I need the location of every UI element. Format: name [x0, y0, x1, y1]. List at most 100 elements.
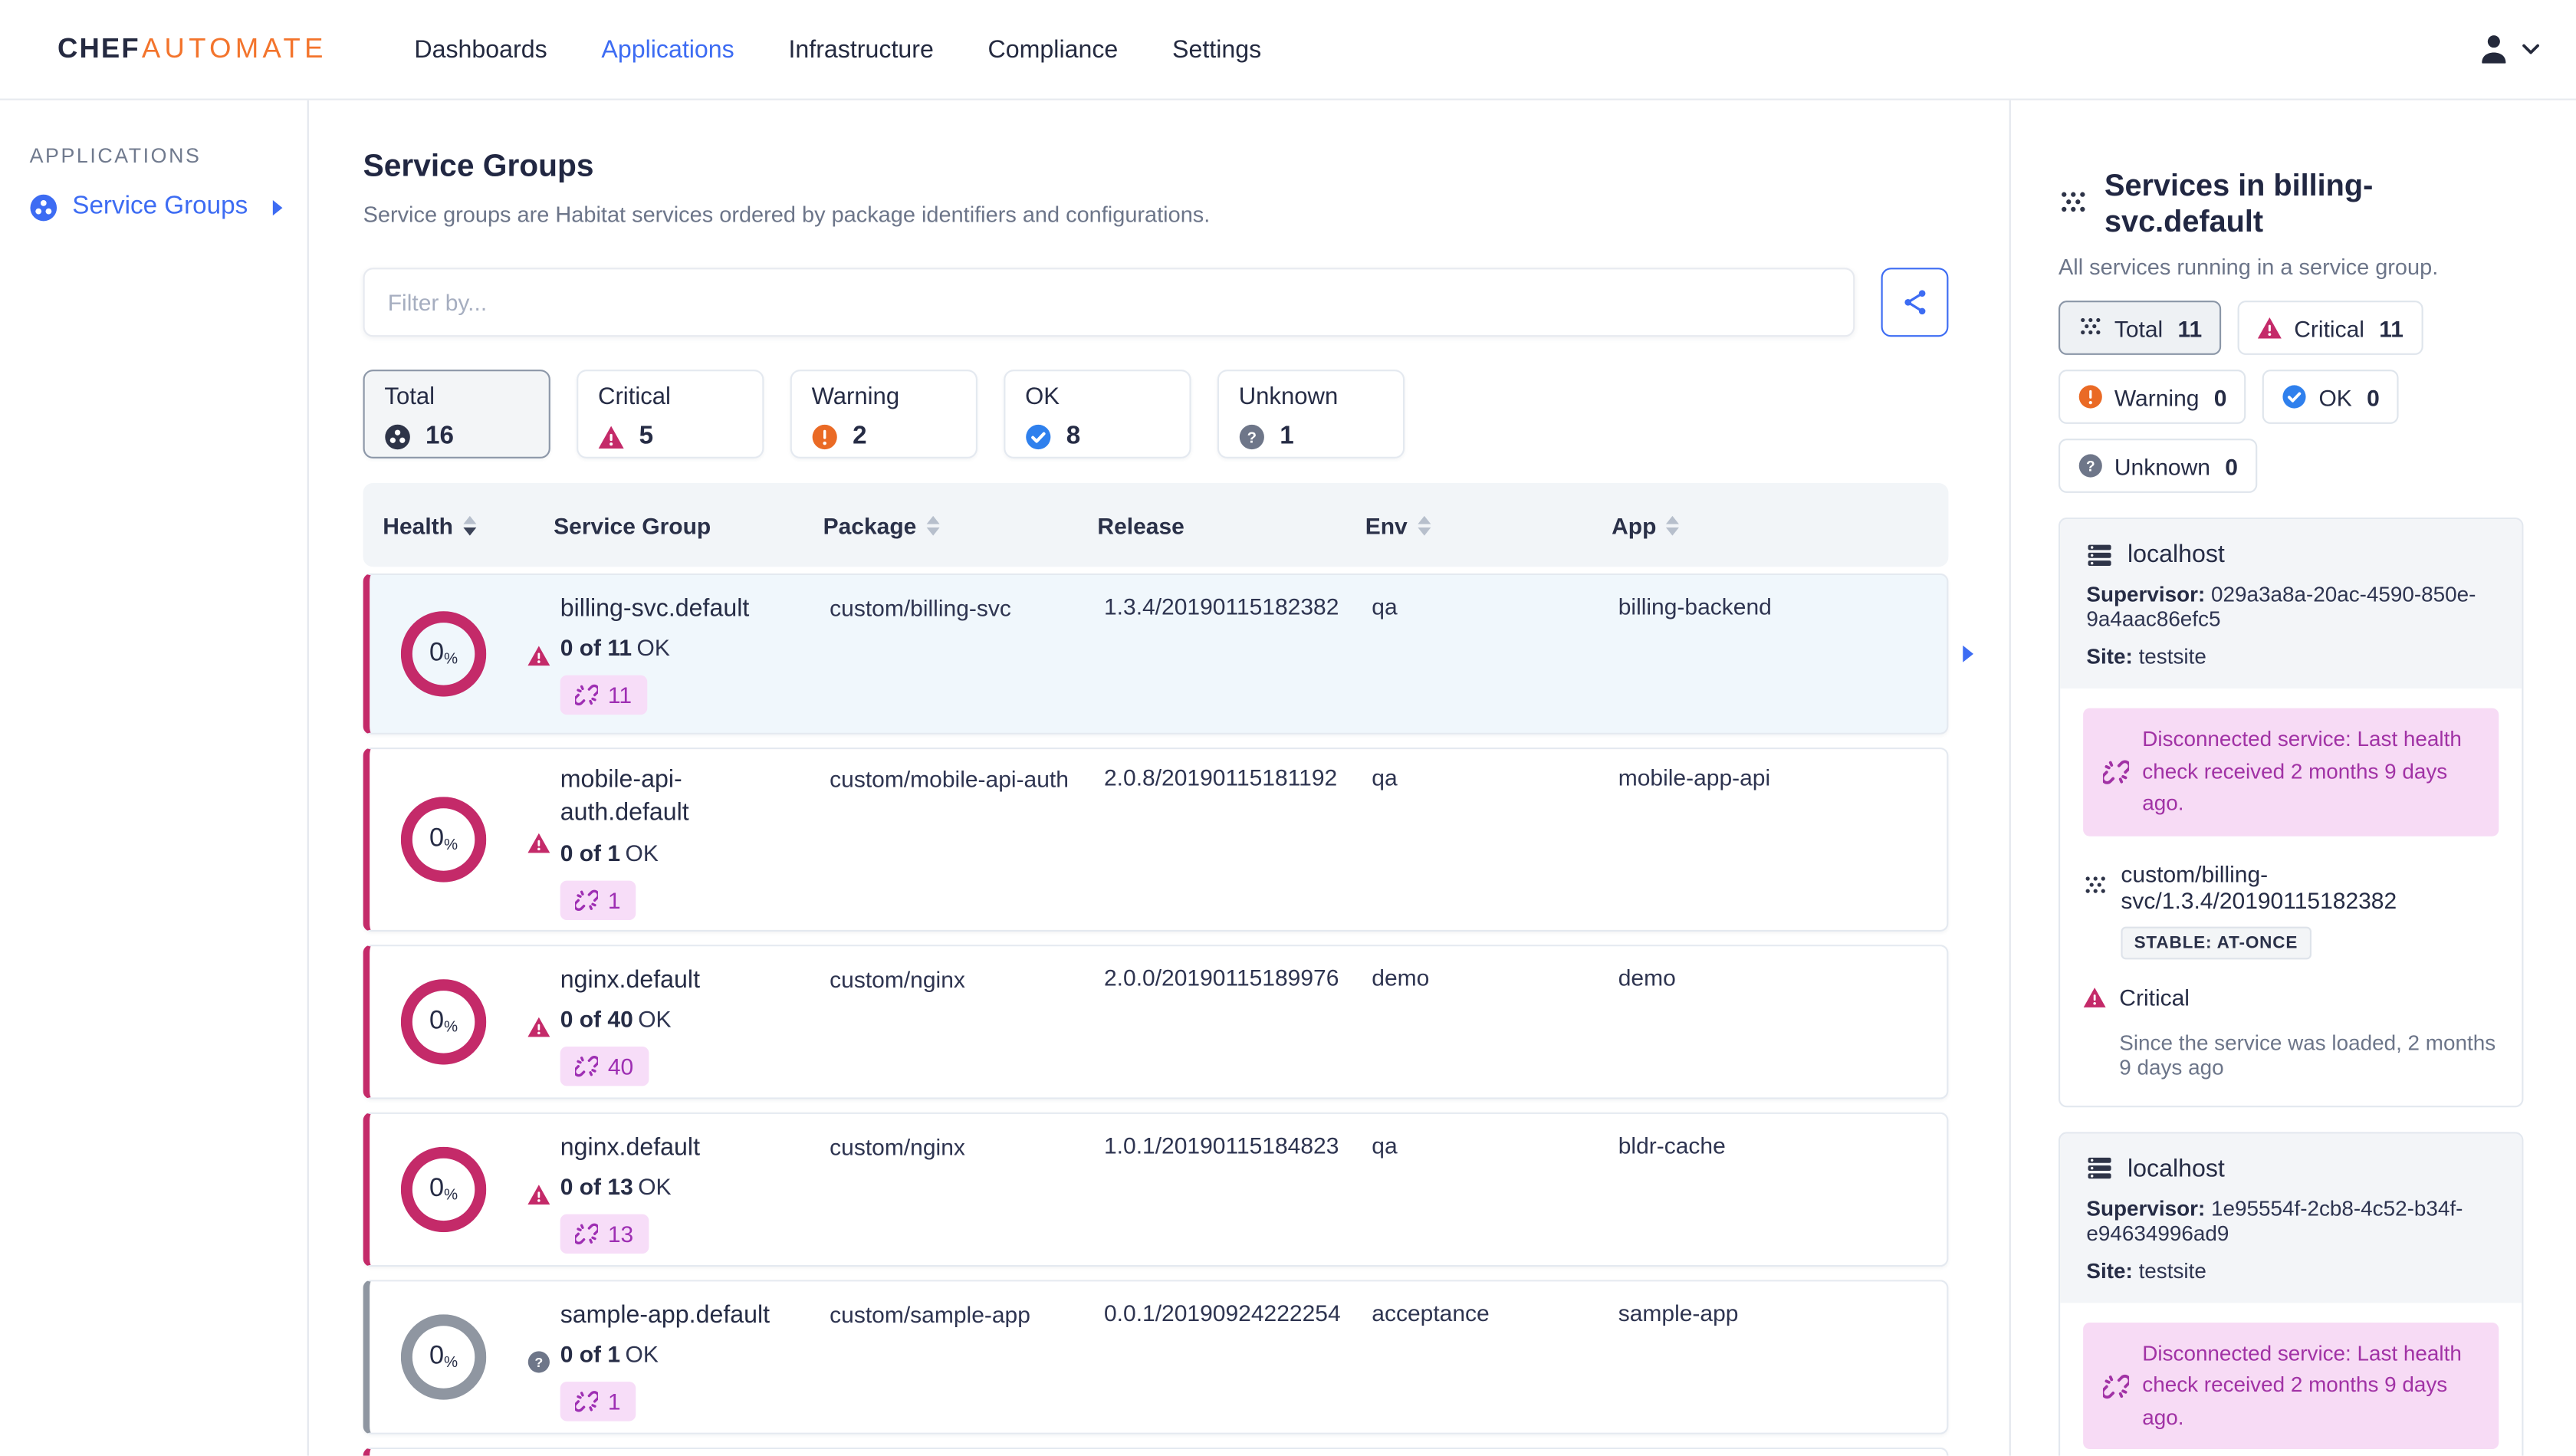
share-button[interactable] [1881, 268, 1949, 337]
env-cell: demo [1372, 964, 1430, 991]
service-group-name: billing-svc.default [560, 594, 750, 623]
badge-unknown[interactable]: Unknown 0 [2058, 439, 2258, 493]
badge-critical[interactable]: Critical 11 [2238, 301, 2423, 355]
health-donut: 0% [400, 797, 487, 882]
tile-total[interactable]: Total 16 [363, 370, 550, 458]
badge-total[interactable]: Total 11 [2058, 301, 2222, 355]
app-cell: billing-backend [1618, 593, 1772, 620]
service-group-name: nginx.default [560, 1133, 701, 1162]
disconnected-badge: 40 [560, 1047, 649, 1086]
broken-link-icon [2103, 1340, 2129, 1433]
brand-automate: AUTOMATE [141, 32, 327, 64]
env-cell: qa [1372, 764, 1398, 790]
status-tiles: Total 16 Critical 5 Warning 2 OK 8 Unkno… [363, 370, 1949, 458]
page-description: Service groups are Habitat services orde… [363, 202, 1211, 227]
disconnected-badge: 11 [560, 675, 647, 715]
site-name: testsite [2138, 1257, 2206, 1283]
health-donut: 0% [400, 1314, 487, 1400]
release-cell: 0.0.1/20190924222254 [1104, 1300, 1341, 1326]
nav-menu: Dashboards Applications Infrastructure C… [414, 35, 1261, 63]
broken-link-icon [575, 1390, 598, 1413]
health-cell: 0% [389, 575, 527, 733]
broken-link-icon [575, 1055, 598, 1078]
table-row-nginx-qa[interactable]: 0% nginx.default 0 of 13 OK 13 custom/ng… [363, 1112, 1949, 1267]
unknown-icon [527, 1303, 550, 1421]
top-nav: CHEF AUTOMATE Dashboards Applications In… [0, 0, 2576, 100]
env-cell: qa [1372, 1132, 1398, 1159]
sort-icons [1666, 515, 1679, 535]
app-cell: sample-app [1618, 1300, 1739, 1326]
app-cell: bldr-cache [1618, 1132, 1726, 1159]
app-cell: mobile-app-api [1618, 764, 1771, 790]
disconnected-badge: 1 [560, 1382, 636, 1422]
ok-icon [1025, 424, 1051, 450]
nav-item-applications[interactable]: Applications [601, 35, 734, 63]
user-menu[interactable] [2476, 31, 2540, 67]
service-group-name: nginx.default [560, 966, 701, 994]
filter-input[interactable] [363, 268, 1855, 337]
panel-title: Services in billing-svc.default [2058, 168, 2523, 240]
column-health[interactable]: Health [383, 512, 554, 538]
ok-count: 0 of 1 OK [560, 838, 659, 866]
row-selected-caret-icon [1962, 644, 1975, 664]
share-icon [1900, 288, 1930, 317]
ok-count: 0 of 40 OK [560, 1005, 672, 1033]
badge-ok[interactable]: OK 0 [2262, 370, 2400, 424]
user-icon [2476, 31, 2512, 67]
package-dots-icon [2083, 874, 2108, 899]
critical-icon [2258, 315, 2282, 340]
disconnected-alert: Disconnected service: Last health check … [2083, 708, 2499, 836]
broken-link-icon [575, 684, 598, 707]
health-cell: 0% [389, 749, 527, 930]
broken-link-icon [2103, 726, 2129, 819]
warning-icon [2078, 384, 2103, 409]
panel-subtitle: All services running in a service group. [2058, 255, 2439, 280]
server-icon [2086, 1155, 2112, 1181]
panel-status-badges: Total 11 Critical 11 Warning 0 OK 0 Unknown 0 [2058, 301, 2523, 493]
table-row-billing-svc[interactable]: 0% billing-svc.default 0 of 11 OK 11 cus… [363, 573, 1949, 735]
nav-item-infrastructure[interactable]: Infrastructure [788, 35, 933, 63]
table-row-partial[interactable] [363, 1447, 1949, 1456]
app-window: CHEF AUTOMATE Dashboards Applications In… [0, 0, 2576, 1456]
table-row-nginx-demo[interactable]: 0% nginx.default 0 of 40 OK 40 custom/ng… [363, 945, 1949, 1099]
chevron-down-icon [2522, 43, 2540, 56]
critical-icon [2083, 985, 2106, 1008]
critical-icon [527, 597, 550, 715]
column-env[interactable]: Env [1365, 512, 1612, 538]
package-cell: custom/nginx [830, 1133, 965, 1160]
site-name: testsite [2138, 644, 2206, 669]
sort-icons [463, 515, 476, 535]
health-cell: 0% [389, 1281, 527, 1432]
unknown-icon [1239, 424, 1265, 450]
ok-count: 0 of 13 OK [560, 1173, 672, 1200]
env-cell: acceptance [1372, 1300, 1490, 1326]
nav-item-settings[interactable]: Settings [1172, 35, 1261, 63]
chef-automate-logo[interactable]: CHEF AUTOMATE [58, 33, 327, 66]
service-group-name: sample-app.default [560, 1301, 770, 1329]
release-cell: 1.0.1/20190115184823 [1104, 1132, 1339, 1159]
tile-warning[interactable]: Warning 2 [790, 370, 978, 458]
nav-item-dashboards[interactable]: Dashboards [414, 35, 547, 63]
package-cell: custom/billing-svc [830, 594, 1011, 621]
tile-critical[interactable]: Critical 5 [577, 370, 764, 458]
ok-count: 0 of 1 OK [560, 1341, 659, 1368]
disconnected-badge: 13 [560, 1214, 649, 1254]
table-row-sample-app[interactable]: 0% sample-app.default 0 of 1 OK 1 custom… [363, 1280, 1949, 1435]
tile-unknown[interactable]: Unknown 1 [1217, 370, 1405, 458]
health-donut: 0% [400, 1146, 487, 1233]
tile-ok[interactable]: OK 8 [1004, 370, 1191, 458]
health-donut: 0% [400, 611, 487, 697]
server-icon [2086, 541, 2112, 567]
column-app[interactable]: App [1612, 512, 1948, 538]
table-row-mobile-api-auth[interactable]: 0% mobile-api-auth.default 0 of 1 OK 1 c… [363, 747, 1949, 932]
badge-warning[interactable]: Warning 0 [2058, 370, 2247, 424]
nav-item-compliance[interactable]: Compliance [988, 35, 1119, 63]
column-package[interactable]: Package [823, 512, 1098, 538]
total-icon [384, 424, 410, 450]
broken-link-icon [575, 888, 598, 911]
package-cell: custom/sample-app [830, 1301, 1030, 1328]
app-cell: demo [1618, 964, 1676, 991]
service-card-header: localhost Supervisor: 1e95554f-2cb8-4c52… [2060, 1132, 2522, 1303]
page-title: Service Groups [363, 150, 594, 184]
sidebar-item-service-groups[interactable]: Service Groups [0, 192, 307, 222]
